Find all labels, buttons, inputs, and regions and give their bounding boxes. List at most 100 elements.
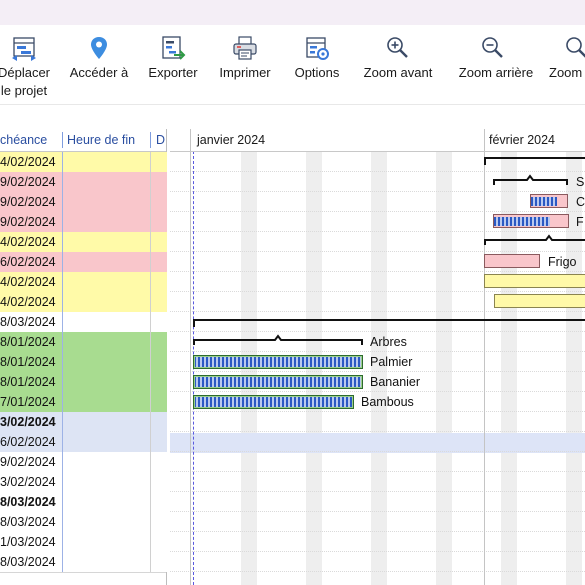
task-bar-frigo[interactable] xyxy=(484,254,540,268)
d-cell[interactable] xyxy=(150,152,167,172)
end-time-cell[interactable] xyxy=(62,432,150,452)
d-cell[interactable] xyxy=(150,272,167,292)
d-cell[interactable] xyxy=(150,552,167,572)
d-cell[interactable] xyxy=(150,532,167,552)
end-time-cell[interactable] xyxy=(62,452,150,472)
grid-row[interactable]: 4/02/2024 xyxy=(0,232,167,253)
due-date-cell[interactable]: 9/02/2024 xyxy=(0,192,62,212)
grid-row[interactable]: 6/02/2024 xyxy=(0,252,167,273)
d-cell[interactable] xyxy=(150,412,167,432)
due-date-cell[interactable]: 8/03/2024 xyxy=(0,492,62,512)
move-project-button[interactable]: Déplacer le projet xyxy=(0,33,54,103)
print-button[interactable]: Imprimer xyxy=(214,33,276,103)
end-time-cell[interactable] xyxy=(62,252,150,272)
d-column-header[interactable]: D xyxy=(156,133,165,147)
end-time-cell[interactable] xyxy=(62,372,150,392)
end-time-cell[interactable] xyxy=(62,512,150,532)
due-date-cell[interactable]: 7/01/2024 xyxy=(0,392,62,412)
zoom-out-button[interactable]: Zoom arrière xyxy=(449,33,543,103)
due-date-cell[interactable]: 4/02/2024 xyxy=(0,292,62,312)
due-date-cell[interactable]: 1/03/2024 xyxy=(0,532,62,552)
grid-row[interactable]: 9/02/2024 xyxy=(0,212,167,233)
d-cell[interactable] xyxy=(150,452,167,472)
go-to-button[interactable]: Accéder à xyxy=(66,33,132,103)
due-date-cell[interactable]: 3/02/2024 xyxy=(0,472,62,492)
grid-row[interactable]: 8/03/2024 xyxy=(0,312,167,333)
due-date-cell[interactable]: 8/01/2024 xyxy=(0,352,62,372)
grid-row[interactable]: 8/01/2024 xyxy=(0,332,167,353)
due-date-cell[interactable]: 4/02/2024 xyxy=(0,272,62,292)
column-divider[interactable] xyxy=(62,132,63,148)
due-date-cell[interactable]: 9/02/2024 xyxy=(0,212,62,232)
due-date-cell[interactable]: 8/03/2024 xyxy=(0,312,62,332)
zoom-in-button[interactable]: Zoom avant xyxy=(356,33,440,103)
end-time-cell[interactable] xyxy=(62,552,150,572)
end-time-cell[interactable] xyxy=(62,332,150,352)
end-time-cell[interactable] xyxy=(62,172,150,192)
end-time-cell[interactable] xyxy=(62,292,150,312)
export-button[interactable]: Exporter xyxy=(143,33,203,103)
grid-row[interactable]: 9/02/2024 xyxy=(0,452,167,473)
task-bar-bananier[interactable] xyxy=(193,375,363,389)
grid-row[interactable]: 8/01/2024 xyxy=(0,372,167,393)
end-time-column-header[interactable]: Heure de fin xyxy=(67,133,135,147)
end-time-cell[interactable] xyxy=(62,532,150,552)
due-date-cell[interactable]: 8/01/2024 xyxy=(0,372,62,392)
end-time-cell[interactable] xyxy=(62,412,150,432)
d-cell[interactable] xyxy=(150,292,167,312)
task-bar-yellow-2[interactable] xyxy=(494,294,585,308)
end-time-cell[interactable] xyxy=(62,472,150,492)
d-cell[interactable] xyxy=(150,432,167,452)
grid-row[interactable]: 1/03/2024 xyxy=(0,532,167,553)
end-time-cell[interactable] xyxy=(62,492,150,512)
d-cell[interactable] xyxy=(150,512,167,532)
d-cell[interactable] xyxy=(150,312,167,332)
d-cell[interactable] xyxy=(150,172,167,192)
grid-row[interactable]: 8/01/2024 xyxy=(0,352,167,373)
due-date-cell[interactable]: 4/02/2024 xyxy=(0,152,62,172)
grid-row[interactable]: 3/02/2024 xyxy=(0,472,167,493)
end-time-cell[interactable] xyxy=(62,192,150,212)
d-cell[interactable] xyxy=(150,472,167,492)
due-date-cell[interactable]: 9/02/2024 xyxy=(0,172,62,192)
grid-row[interactable]: 4/02/2024 xyxy=(0,152,167,173)
end-time-cell[interactable] xyxy=(62,272,150,292)
due-date-cell[interactable]: 9/02/2024 xyxy=(0,452,62,472)
end-time-cell[interactable] xyxy=(62,312,150,332)
end-time-cell[interactable] xyxy=(62,392,150,412)
d-cell[interactable] xyxy=(150,392,167,412)
end-time-cell[interactable] xyxy=(62,212,150,232)
due-date-cell[interactable]: 8/03/2024 xyxy=(0,512,62,532)
d-cell[interactable] xyxy=(150,192,167,212)
due-date-cell[interactable]: 6/02/2024 xyxy=(0,252,62,272)
end-time-cell[interactable] xyxy=(62,232,150,252)
task-bar-bambous[interactable] xyxy=(193,395,354,409)
zoom-more-button[interactable]: Zoom xyxy=(549,33,585,103)
column-divider[interactable] xyxy=(150,132,151,148)
grid-row[interactable]: 9/02/2024 xyxy=(0,192,167,213)
grid-row[interactable]: 6/02/2024 xyxy=(0,432,167,453)
grid-row[interactable]: 8/03/2024 xyxy=(0,512,167,533)
end-time-cell[interactable] xyxy=(62,352,150,372)
due-date-cell[interactable]: 8/03/2024 xyxy=(0,552,62,572)
options-button[interactable]: Options xyxy=(288,33,346,103)
grid-row[interactable]: 7/01/2024 xyxy=(0,392,167,413)
grid-row[interactable]: 3/02/2024 xyxy=(0,412,167,433)
due-date-cell[interactable]: 3/02/2024 xyxy=(0,412,62,432)
d-cell[interactable] xyxy=(150,352,167,372)
d-cell[interactable] xyxy=(150,232,167,252)
d-cell[interactable] xyxy=(150,492,167,512)
due-date-cell[interactable]: 6/02/2024 xyxy=(0,432,62,452)
task-bar-f[interactable] xyxy=(493,214,569,228)
end-time-cell[interactable] xyxy=(62,152,150,172)
grid-row[interactable]: 9/02/2024 xyxy=(0,172,167,193)
task-bar-c[interactable] xyxy=(530,194,568,208)
task-bar-palmier[interactable] xyxy=(193,355,363,369)
due-date-cell[interactable]: 4/02/2024 xyxy=(0,232,62,252)
task-bar-yellow-1[interactable] xyxy=(484,274,585,288)
grid-row[interactable]: 4/02/2024 xyxy=(0,292,167,313)
grid-row[interactable]: 8/03/2024 xyxy=(0,552,167,573)
d-cell[interactable] xyxy=(150,372,167,392)
d-cell[interactable] xyxy=(150,212,167,232)
d-cell[interactable] xyxy=(150,252,167,272)
